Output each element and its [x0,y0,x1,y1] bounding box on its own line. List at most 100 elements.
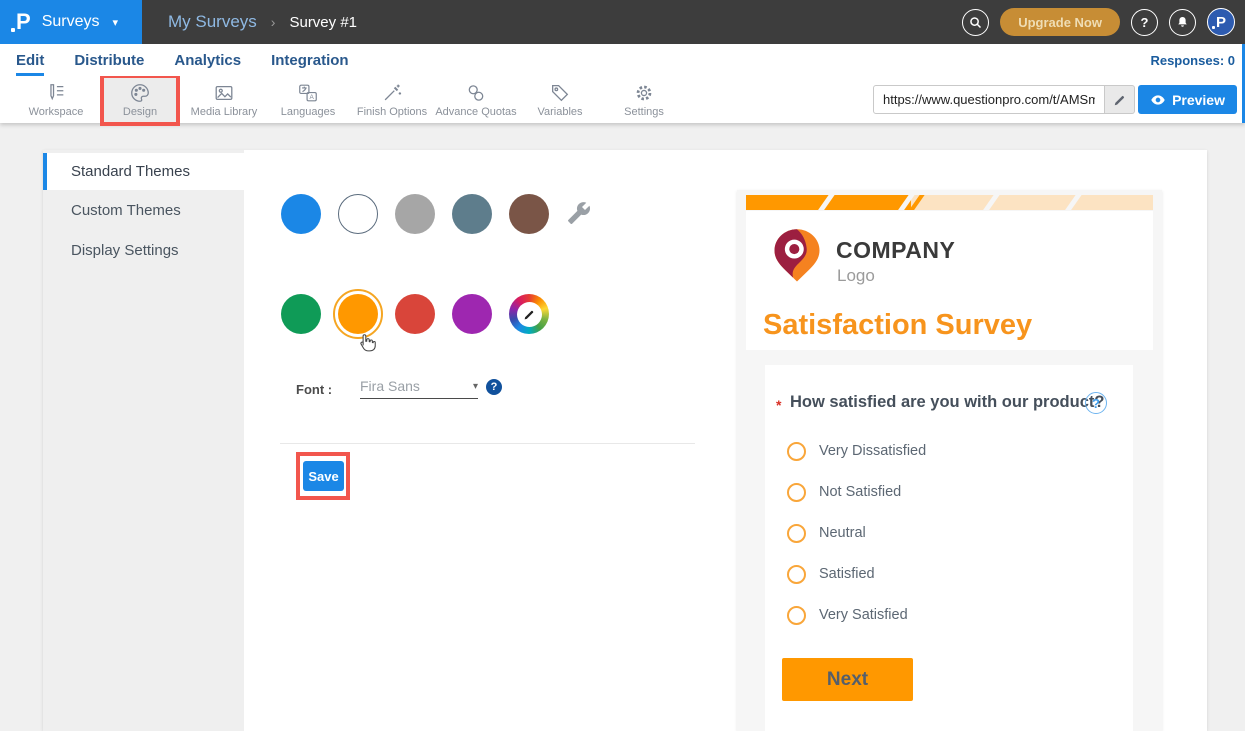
option-not-satisfied[interactable]: Not Satisfied [787,481,901,503]
questionpro-account-logo-icon: P [1216,15,1226,30]
breadcrumb-survey-name: Survey #1 [289,14,357,31]
toolbar-label: Settings [624,106,664,118]
question-mark-icon: ? [1141,15,1149,30]
toolbar-label: Design [123,106,157,118]
toolbar-item-languages[interactable]: A Languages [266,78,350,122]
chevron-down-icon: ▾ [112,16,118,29]
company-logo-text: COMPANY [836,237,955,264]
variables-tag-icon [549,82,571,104]
radio-button[interactable] [787,483,806,502]
tab-analytics[interactable]: Analytics [174,44,241,76]
tab-distribute[interactable]: Distribute [74,44,144,76]
theme-swatch-purple[interactable] [452,294,492,334]
custom-color-picker-button[interactable] [509,294,549,334]
sidebar-item-custom-themes[interactable]: Custom Themes [43,190,244,230]
toolbar-item-finish-options[interactable]: Finish Options [350,78,434,122]
toolbar-label: Media Library [191,106,258,118]
design-settings-card: Standard Themes Custom Themes Display Se… [43,150,1207,731]
edit-url-button[interactable] [1105,85,1135,114]
option-label: Satisfied [819,566,875,582]
top-bar: P Surveys ▾ My Surveys › Survey #1 Upgra… [0,0,1245,44]
wrench-icon [567,201,591,225]
radio-button[interactable] [787,442,806,461]
theme-swatch-brown[interactable] [509,194,549,234]
bell-icon [1175,15,1190,30]
eye-icon [1150,92,1166,108]
question-text: How satisfied are you with our product? [790,393,1104,412]
option-label: Very Dissatisfied [819,443,926,459]
question-help-button[interactable]: ? [1085,392,1107,414]
settings-gear-icon [633,82,655,104]
survey-header: COMPANY Logo Satisfaction Survey [746,211,1153,350]
svg-text:A: A [310,94,315,101]
theme-swatch-orange-selected[interactable] [338,294,378,334]
media-library-image-icon [213,82,235,104]
responses-count[interactable]: Responses: 0 [1150,53,1235,68]
finish-options-wand-icon [381,82,403,104]
survey-progress-bar [746,195,1153,210]
toolbar-item-variables[interactable]: Variables [518,78,602,122]
theme-swatch-red[interactable] [395,294,435,334]
upgrade-now-button[interactable]: Upgrade Now [1000,8,1120,36]
sidebar-item-standard-themes[interactable]: Standard Themes [43,153,244,190]
search-icon [968,15,983,30]
toolbar-label: Advance Quotas [435,106,516,118]
tab-edit[interactable]: Edit [16,44,44,76]
mouse-cursor-hand [355,332,376,360]
customize-theme-button[interactable] [567,201,591,230]
questionpro-design-page: P Surveys ▾ My Surveys › Survey #1 Upgra… [0,0,1245,731]
option-label: Neutral [819,525,866,541]
toolbar-item-media-library[interactable]: Media Library [182,78,266,122]
edit-toolbar: Workspace Design Media Library A Languag… [0,76,1245,123]
themes-sidebar: Standard Themes Custom Themes Display Se… [43,150,244,731]
sidebar-item-display-settings[interactable]: Display Settings [43,230,244,270]
toolbar-item-design[interactable]: Design [104,78,176,122]
radio-button[interactable] [787,606,806,625]
preview-button[interactable]: Preview [1138,85,1237,114]
survey-url-group [873,85,1135,114]
breadcrumb-separator: › [271,14,276,30]
company-pin-logo [770,227,824,291]
design-palette-icon [129,82,151,104]
option-very-dissatisfied[interactable]: Very Dissatisfied [787,440,926,462]
option-neutral[interactable]: Neutral [787,522,866,544]
notifications-button[interactable] [1169,9,1196,36]
search-button[interactable] [962,9,989,36]
product-menu-surveys[interactable]: P Surveys ▾ [0,0,142,44]
toolbar-item-workspace[interactable]: Workspace [14,78,98,122]
preview-button-label: Preview [1172,92,1225,108]
toolbar-item-settings[interactable]: Settings [602,78,686,122]
help-button[interactable]: ? [1131,9,1158,36]
chevron-down-icon: ▾ [473,381,478,392]
radio-button[interactable] [787,565,806,584]
save-button[interactable]: Save [303,461,344,491]
account-button[interactable]: P [1207,8,1235,36]
toolbar-label: Finish Options [357,106,427,118]
option-very-satisfied[interactable]: Very Satisfied [787,604,908,626]
toolbar-item-advance-quotas[interactable]: Advance Quotas [434,78,518,122]
option-satisfied[interactable]: Satisfied [787,563,875,585]
topbar-actions: Upgrade Now ? P [962,0,1235,44]
product-menu-label: Surveys [42,13,100,31]
theme-swatch-blue[interactable] [281,194,321,234]
breadcrumb-my-surveys[interactable]: My Surveys [168,12,257,32]
radio-button[interactable] [787,524,806,543]
theme-swatch-gray[interactable] [395,194,435,234]
theme-swatch-white[interactable] [338,194,378,234]
font-help-button[interactable]: ? [486,379,502,395]
survey-url-input[interactable] [873,85,1105,114]
font-select[interactable]: Fira Sans ▾ [360,378,478,399]
next-button[interactable]: Next [782,658,913,701]
font-label: Font : [296,382,332,397]
survey-preview-panel: COMPANY Logo Satisfaction Survey * How s… [737,190,1162,731]
theme-swatch-steel-blue[interactable] [452,194,492,234]
company-logo-subtext: Logo [837,266,875,286]
option-label: Very Satisfied [819,607,908,623]
theme-swatch-green[interactable] [281,294,321,334]
advance-quotas-links-icon [465,82,487,104]
required-marker: * [776,397,781,413]
font-select-value: Fira Sans [360,378,420,394]
tab-integration[interactable]: Integration [271,44,349,76]
breadcrumb: My Surveys › Survey #1 [168,0,357,44]
option-label: Not Satisfied [819,484,901,500]
